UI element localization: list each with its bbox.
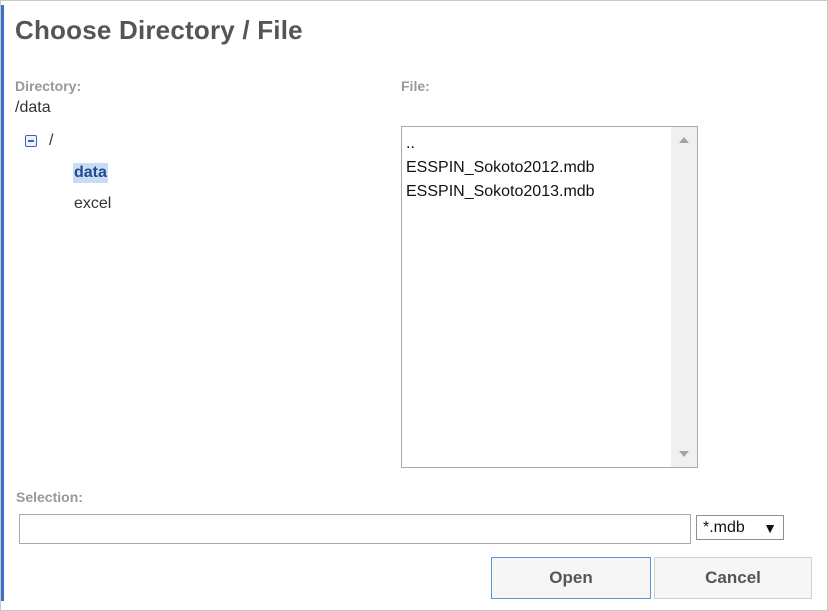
open-button[interactable]: Open	[491, 557, 651, 599]
file-list-box[interactable]: .. ESSPIN_Sokoto2012.mdb ESSPIN_Sokoto20…	[401, 126, 698, 468]
tree-item-data[interactable]: data	[73, 163, 108, 183]
file-item-parent[interactable]: ..	[406, 132, 595, 156]
window-left-edge	[1, 5, 4, 601]
file-list: .. ESSPIN_Sokoto2012.mdb ESSPIN_Sokoto20…	[406, 132, 595, 204]
cancel-button[interactable]: Cancel	[654, 557, 812, 599]
scroll-down-arrow-icon[interactable]	[679, 451, 689, 457]
file-item[interactable]: ESSPIN_Sokoto2012.mdb	[406, 156, 595, 180]
selection-input[interactable]	[19, 514, 691, 544]
tree-root-label: /	[49, 132, 54, 149]
file-type-filter-select[interactable]: *.mdb ▼	[696, 515, 784, 540]
scroll-up-arrow-icon[interactable]	[679, 137, 689, 143]
tree-root-node[interactable]: /	[25, 132, 53, 150]
dialog-title: Choose Directory / File	[15, 15, 303, 45]
choose-file-dialog: Choose Directory / File Directory: /data…	[0, 0, 828, 611]
selection-label: Selection:	[16, 489, 83, 505]
collapse-icon[interactable]	[25, 135, 37, 147]
current-directory-path: /data	[15, 99, 51, 116]
directory-label: Directory:	[15, 78, 82, 94]
tree-item-excel[interactable]: excel	[73, 194, 112, 214]
file-item[interactable]: ESSPIN_Sokoto2013.mdb	[406, 180, 595, 204]
file-label: File:	[401, 78, 430, 94]
dropdown-arrow-icon: ▼	[763, 519, 777, 536]
file-type-filter-value: *.mdb	[703, 518, 745, 536]
file-list-scrollbar[interactable]	[671, 127, 697, 467]
